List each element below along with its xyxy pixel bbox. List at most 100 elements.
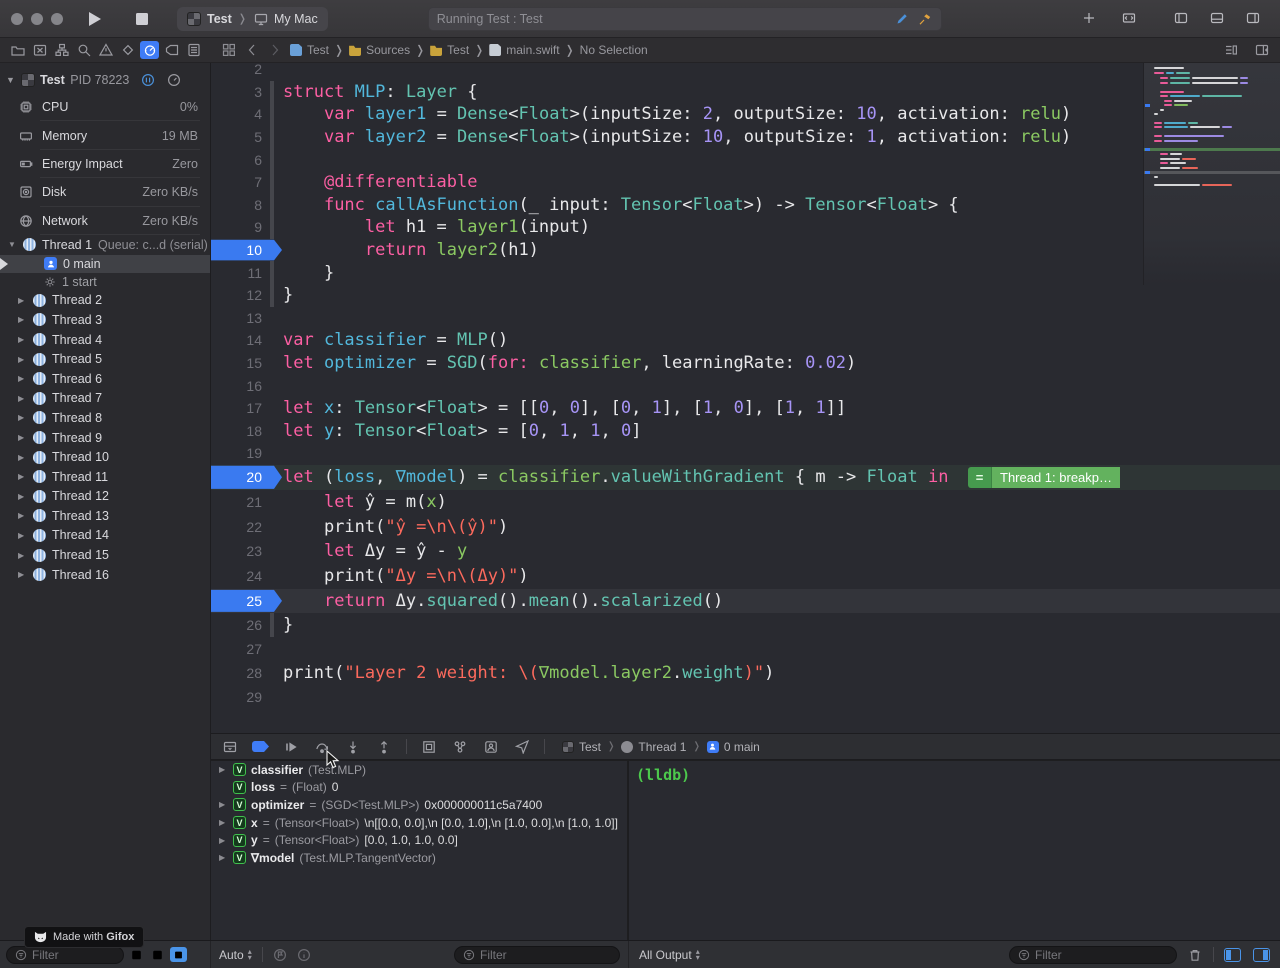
code-line-21[interactable]: 21 let ŷ = m(x) (211, 490, 1280, 515)
code-line-28[interactable]: 28print("Layer 2 weight: \(∇model.layer2… (211, 661, 1280, 685)
code-line-15[interactable]: 15let optimizer = SGD(for: classifier, l… (211, 352, 1280, 375)
disclosure-closed-icon[interactable]: ▶ (219, 853, 228, 862)
console-view[interactable]: (lldb) (628, 761, 1280, 940)
editor-mode-icon[interactable] (1116, 7, 1142, 29)
code-line-12[interactable]: 12} (211, 284, 1280, 307)
disclosure-closed-icon[interactable]: ▶ (219, 800, 228, 809)
thread-row[interactable]: ▶Thread 6 (0, 369, 210, 389)
run-button[interactable] (77, 7, 111, 31)
report-navigator-icon[interactable] (184, 41, 203, 59)
library-add-icon[interactable] (1076, 7, 1102, 29)
line-number-gutter[interactable]: 4 (211, 103, 283, 126)
show-only-flagged-icon[interactable] (273, 948, 287, 962)
thread-row[interactable]: ▶Thread 9 (0, 428, 210, 448)
test-navigator-icon[interactable] (118, 41, 137, 59)
line-number-gutter[interactable]: 14 (211, 329, 283, 352)
clear-console-icon[interactable] (1187, 947, 1203, 963)
line-number-gutter[interactable]: 5 (211, 126, 283, 149)
line-number-gutter[interactable]: 2 (211, 63, 283, 81)
step-into-icon[interactable] (344, 738, 362, 755)
thread-row[interactable]: ▶Thread 5 (0, 349, 210, 369)
zoom-window-icon[interactable] (51, 13, 63, 25)
breadcrumb-item[interactable]: Test (430, 43, 469, 57)
thread-row[interactable]: ▶Thread 15 (0, 545, 210, 565)
console-filter-field[interactable]: Filter (1009, 946, 1177, 964)
code-line-26[interactable]: 26} (211, 613, 1280, 637)
toggle-variables-view-button[interactable] (1224, 948, 1241, 962)
disclosure-closed-icon[interactable]: ▶ (18, 551, 27, 560)
hide-debug-area-icon[interactable] (221, 738, 239, 755)
related-items-icon[interactable] (221, 42, 237, 58)
add-editor-icon[interactable] (1253, 41, 1270, 58)
thread-1-row[interactable]: ▼ Thread 1 Queue: c...d (serial) (0, 235, 210, 255)
code-line-5[interactable]: 5 var layer2 = Dense<Float>(inputSize: 1… (211, 126, 1280, 149)
breakpoint-marker[interactable]: 25 (211, 589, 283, 613)
code-line-13[interactable]: 13 (211, 307, 1280, 330)
debug-crumb[interactable]: 0 main (707, 740, 760, 754)
disclosure-closed-icon[interactable]: ▶ (18, 296, 27, 305)
issue-navigator-icon[interactable] (96, 41, 115, 59)
traffic-lights[interactable] (11, 13, 63, 25)
environment-overrides-icon[interactable] (482, 738, 500, 755)
code-review-icon[interactable] (1222, 41, 1239, 58)
code-line-25[interactable]: 25 return Δy.squared().mean().scalarized… (211, 589, 1280, 613)
line-number-gutter[interactable]: 16 (211, 374, 283, 397)
filter-view-mode-icon[interactable] (170, 947, 187, 962)
gauge-row-energy-impact[interactable]: Energy ImpactZero (0, 150, 210, 178)
line-number-gutter[interactable]: 9 (211, 216, 283, 239)
thread-row[interactable]: ▶Thread 14 (0, 526, 210, 546)
disclosure-closed-icon[interactable]: ▶ (18, 315, 27, 324)
code-line-8[interactable]: 8 func callAsFunction(_ input: Tensor<Fl… (211, 194, 1280, 217)
gauge-row-memory[interactable]: Memory19 MB (0, 121, 210, 149)
code-line-4[interactable]: 4 var layer1 = Dense<Float>(inputSize: 2… (211, 103, 1280, 126)
debug-crumb[interactable]: Test (562, 740, 601, 754)
disclosure-closed-icon[interactable]: ▶ (18, 472, 27, 481)
simulate-location-icon[interactable] (513, 738, 531, 755)
project-navigator-icon[interactable] (8, 41, 27, 59)
profile-process-icon[interactable] (166, 73, 181, 88)
line-number-gutter[interactable]: 22 (211, 514, 283, 539)
thread-row[interactable]: ▶Thread 2 (0, 291, 210, 311)
line-number-gutter[interactable]: 3 (211, 81, 283, 104)
breadcrumb-item[interactable]: Sources (349, 43, 410, 57)
line-number-gutter[interactable]: 29 (211, 685, 283, 709)
code-line-11[interactable]: 11 } (211, 261, 1280, 284)
toggle-debug-area-button[interactable] (1204, 7, 1230, 29)
variable-row[interactable]: ▶Vy=(Tensor<Float>)[0.0, 1.0, 1.0, 0.0] (211, 831, 627, 849)
debug-crumb[interactable]: Thread 1 (621, 740, 686, 754)
disclosure-open-icon[interactable]: ▼ (6, 75, 16, 85)
disclosure-open-icon[interactable]: ▼ (8, 240, 17, 249)
disclosure-closed-icon[interactable]: ▶ (18, 355, 27, 364)
disclosure-closed-icon[interactable]: ▶ (18, 511, 27, 520)
console-output-selector[interactable]: All Output ▴▾ (639, 948, 700, 962)
line-number-gutter[interactable]: 27 (211, 637, 283, 661)
minimap[interactable] (1143, 63, 1280, 285)
breakpoint-marker[interactable]: 20 (211, 465, 283, 490)
gauge-row-network[interactable]: NetworkZero KB/s (0, 207, 210, 235)
code-line-27[interactable]: 27 (211, 637, 1280, 661)
code-line-18[interactable]: 18let y: Tensor<Float> = [0, 1, 1, 0] (211, 420, 1280, 443)
source-editor[interactable]: 23struct MLP: Layer {4 var layer1 = Dens… (211, 63, 1280, 733)
debug-breadcrumb[interactable]: Test❭Thread 1❭0 main (562, 740, 760, 754)
line-number-gutter[interactable]: 13 (211, 307, 283, 330)
disclosure-closed-icon[interactable]: ▶ (219, 765, 228, 774)
line-number-gutter[interactable]: 18 (211, 420, 283, 443)
gauge-row-disk[interactable]: DiskZero KB/s (0, 178, 210, 206)
disclosure-closed-icon[interactable]: ▶ (18, 492, 27, 501)
variables-filter-field[interactable]: Filter (454, 946, 620, 964)
breadcrumb[interactable]: Test❭Sources❭Test❭main.swift❭No Selectio… (290, 43, 648, 57)
breadcrumb-item[interactable]: No Selection (580, 43, 648, 57)
line-number-gutter[interactable]: 15 (211, 352, 283, 375)
thread-row[interactable]: ▶Thread 16 (0, 565, 210, 585)
breakpoint-navigator-icon[interactable] (162, 41, 181, 59)
disclosure-closed-icon[interactable]: ▶ (219, 836, 228, 845)
line-number-gutter[interactable]: 7 (211, 171, 283, 194)
back-icon[interactable] (244, 42, 260, 58)
line-number-gutter[interactable]: 23 (211, 539, 283, 564)
thread-row[interactable]: ▶Thread 8 (0, 408, 210, 428)
code-line-3[interactable]: 3struct MLP: Layer { (211, 81, 1280, 104)
code-line-14[interactable]: 14var classifier = MLP() (211, 329, 1280, 352)
memory-graph-icon[interactable] (451, 738, 469, 755)
disclosure-closed-icon[interactable]: ▶ (18, 413, 27, 422)
toggle-console-button[interactable] (1253, 948, 1270, 962)
